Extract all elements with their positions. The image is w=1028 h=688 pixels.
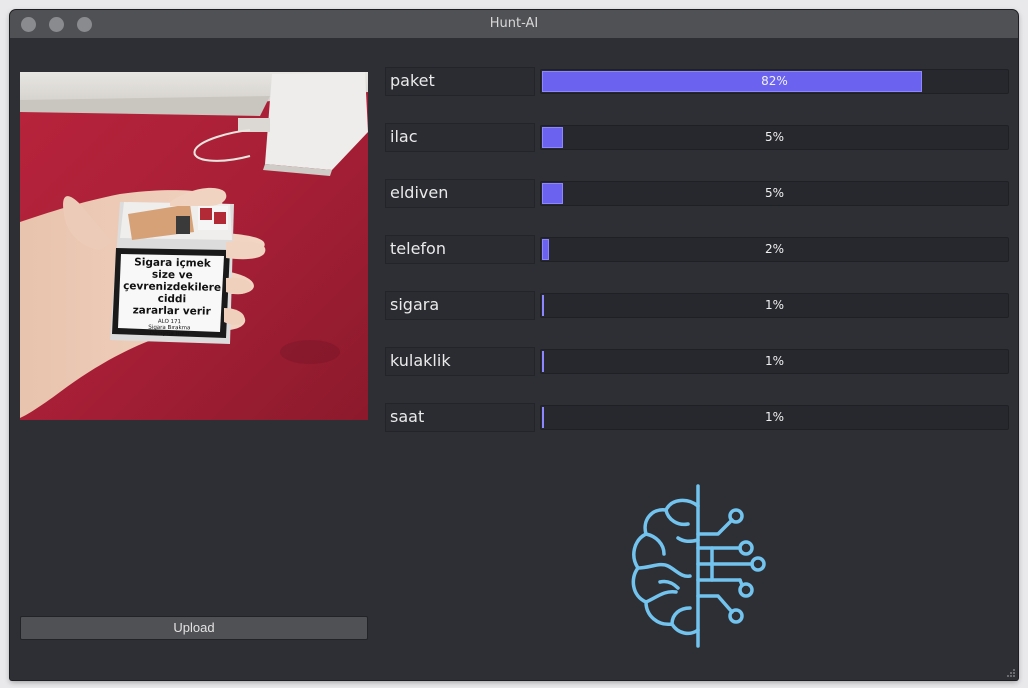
prediction-row: sigara 1%	[385, 291, 1009, 320]
svg-text:çevrenizdekilere: çevrenizdekilere	[123, 280, 221, 294]
class-label: telefon	[385, 235, 535, 264]
confidence-value: 1%	[764, 298, 785, 312]
confidence-bar: 5%	[540, 125, 1009, 150]
confidence-bar: 1%	[540, 293, 1009, 318]
confidence-bar: 2%	[540, 237, 1009, 262]
prediction-row: telefon 2%	[385, 235, 1009, 264]
class-label: kulaklik	[385, 347, 535, 376]
confidence-value: 1%	[764, 410, 785, 424]
window-title: Hunt-AI	[489, 16, 539, 31]
svg-text:zararlar verir: zararlar verir	[133, 304, 212, 317]
class-label: paket	[385, 67, 535, 96]
svg-text:Sigara içmek: Sigara içmek	[134, 256, 212, 269]
class-label: ilac	[385, 123, 535, 152]
confidence-value: 1%	[764, 354, 785, 368]
confidence-value: 5%	[764, 130, 785, 144]
upload-button[interactable]: Upload	[20, 616, 368, 640]
confidence-value: 5%	[764, 186, 785, 200]
resize-grip-icon[interactable]	[1004, 666, 1016, 678]
brain-circuit-icon	[631, 484, 766, 648]
prediction-row: paket 82%	[385, 67, 1009, 96]
confidence-bar: 1%	[540, 349, 1009, 374]
class-label: saat	[385, 403, 535, 432]
main-content: Sigara içmek size ve çevrenizdekilere ci…	[10, 38, 1018, 680]
confidence-value: 82%	[761, 74, 788, 88]
uploaded-image-preview: Sigara içmek size ve çevrenizdekilere ci…	[20, 72, 368, 420]
photo-illustration: Sigara içmek size ve çevrenizdekilere ci…	[20, 72, 368, 420]
prediction-row: kulaklik 1%	[385, 347, 1009, 376]
prediction-row: ilac 5%	[385, 123, 1009, 152]
app-window: Hunt-AI Sigara içmek size ve çevrenizdek…	[10, 10, 1018, 680]
confidence-bar: 82%	[540, 69, 1009, 94]
prediction-row: saat 1%	[385, 403, 1009, 432]
confidence-value: 2%	[764, 242, 785, 256]
confidence-bar: 1%	[540, 405, 1009, 430]
prediction-row: eldiven 5%	[385, 179, 1009, 208]
svg-text:ciddi: ciddi	[158, 293, 187, 305]
class-label: sigara	[385, 291, 535, 320]
title-bar: Hunt-AI	[10, 10, 1018, 38]
svg-text:Danışma Hattı: Danışma Hattı	[150, 331, 190, 338]
confidence-bar: 5%	[540, 181, 1009, 206]
class-label: eldiven	[385, 179, 535, 208]
svg-text:size ve: size ve	[152, 269, 193, 282]
